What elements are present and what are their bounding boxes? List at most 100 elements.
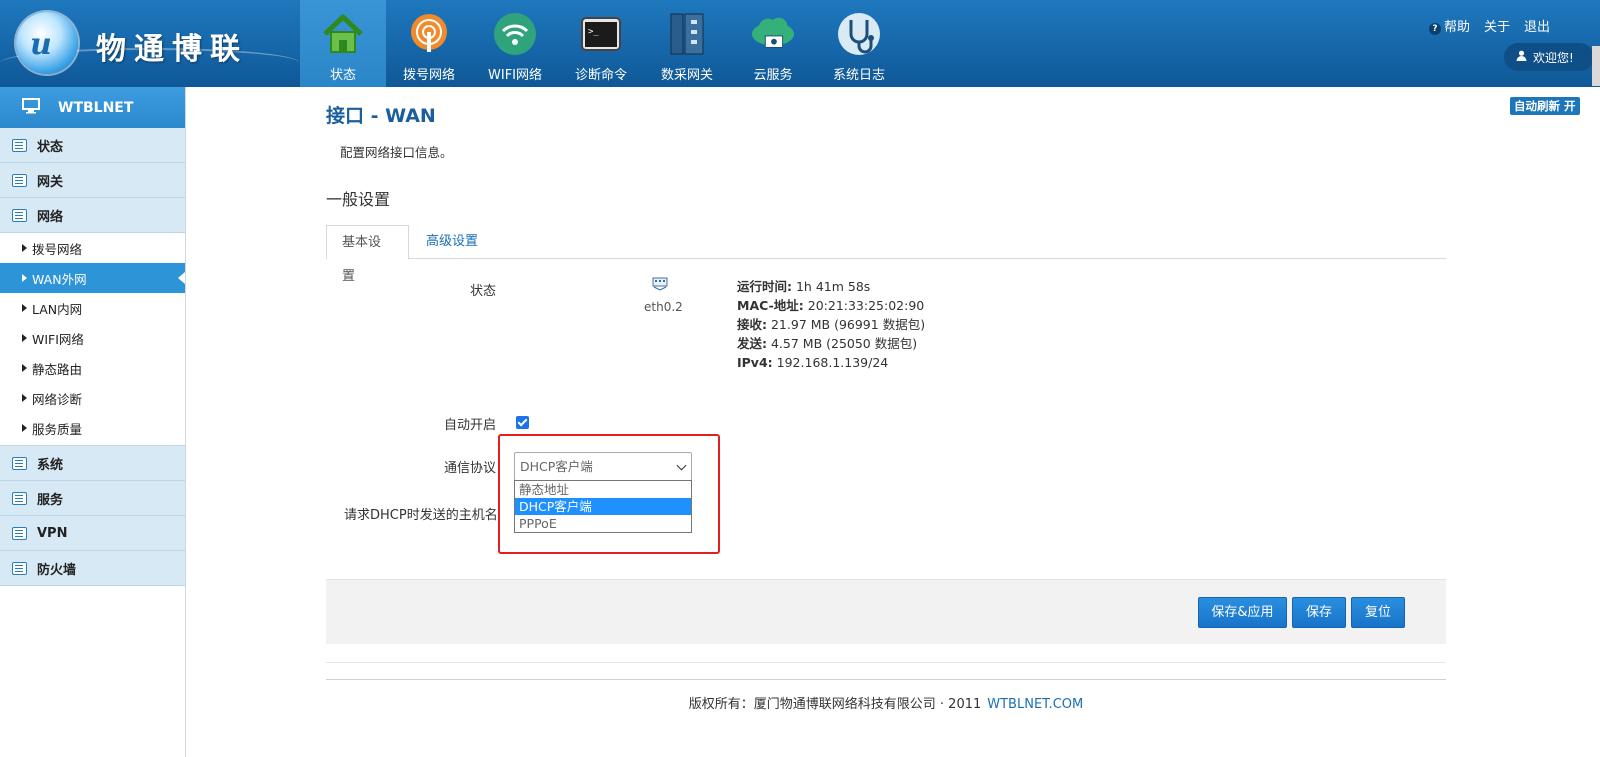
sidebar-item-label: 系统 xyxy=(37,457,64,473)
subitem-label: 拨号网络 xyxy=(32,241,83,257)
top-header: u 物通博联 状态 拨号网络 WIFI网络 >_ 诊断命令 数采网关 云服务 系… xyxy=(0,0,1600,87)
user-icon xyxy=(1516,50,1527,64)
chevron-down-icon xyxy=(676,460,687,471)
list-icon xyxy=(12,173,27,187)
protocol-option-dhcp[interactable]: DHCP客户端 xyxy=(515,498,691,515)
nav-label: 云服务 xyxy=(753,68,793,83)
sidebar-subitem-lan[interactable]: LAN内网 xyxy=(0,293,185,323)
save-apply-button[interactable]: 保存&应用 xyxy=(1198,597,1287,628)
top-nav: 状态 拨号网络 WIFI网络 >_ 诊断命令 数采网关 云服务 系统日志 xyxy=(300,0,902,87)
sidebar-subitem-diagnose[interactable]: 网络诊断 xyxy=(0,383,185,413)
sidebar-subitem-wifi[interactable]: WIFI网络 xyxy=(0,323,185,353)
sidebar-subitem-qos[interactable]: 服务质量 xyxy=(0,413,185,443)
tab-advanced[interactable]: 高级设置 xyxy=(411,225,493,260)
subitem-label: WIFI网络 xyxy=(32,331,84,347)
nav-wifi[interactable]: WIFI网络 xyxy=(472,0,558,87)
ipv4-value: 192.168.1.139/24 xyxy=(776,355,889,370)
sidebar-subitem-wan[interactable]: WAN外网 xyxy=(0,263,185,293)
tx-label: 发送: xyxy=(737,336,767,351)
footer-link[interactable]: WTBLNET.COM xyxy=(987,697,1083,712)
sidebar-item-gateway[interactable]: 网关 xyxy=(0,163,185,198)
save-button[interactable]: 保存 xyxy=(1292,597,1346,628)
auto-start-label: 自动开启 xyxy=(444,418,497,433)
ethernet-port-icon xyxy=(652,277,668,291)
sidebar: WTBLNET 状态 网关 网络 拨号网络 WAN外网 LAN内网 WIFI网络… xyxy=(0,87,186,757)
sidebar-title: WTBLNET xyxy=(58,99,134,116)
subitem-label: 静态路由 xyxy=(32,361,83,377)
footer-copyright: 版权所有：厦门物通博联网络科技有限公司 · 2011 xyxy=(688,697,982,712)
main-content: 接口 - WAN 配置网络接口信息。 自动刷新 开 一般设置 基本设置 高级设置… xyxy=(186,87,1600,757)
sidebar-item-label: 防火墙 xyxy=(37,562,77,578)
list-icon xyxy=(12,491,27,505)
nav-diagnose[interactable]: >_ 诊断命令 xyxy=(558,0,644,87)
sidebar-subitem-static-route[interactable]: 静态路由 xyxy=(0,353,185,383)
sidebar-item-label: VPN xyxy=(37,525,68,541)
protocol-select[interactable]: DHCP客户端 xyxy=(514,452,692,481)
terminal-icon: >_ xyxy=(577,10,625,58)
subitem-label: WAN外网 xyxy=(32,271,87,287)
tab-basic[interactable]: 基本设置 xyxy=(326,225,409,284)
sidebar-item-firewall[interactable]: 防火墙 xyxy=(0,551,185,586)
sidebar-item-services[interactable]: 服务 xyxy=(0,481,185,516)
auto-refresh-toggle[interactable]: 自动刷新 开 xyxy=(1510,97,1580,115)
logout-link[interactable]: 退出 xyxy=(1524,16,1550,35)
nav-status[interactable]: 状态 xyxy=(300,0,386,87)
interface-status: 运行时间: 1h 41m 58s MAC-地址: 20:21:33:25:02:… xyxy=(737,277,925,372)
nav-gateway[interactable]: 数采网关 xyxy=(644,0,730,87)
wifi-icon xyxy=(491,10,539,58)
nav-cloud[interactable]: 云服务 xyxy=(730,0,816,87)
nav-label: 数采网关 xyxy=(660,68,713,83)
interface-name: eth0.2 xyxy=(644,300,683,314)
list-icon xyxy=(12,138,27,152)
settings-tabs: 基本设置 高级设置 xyxy=(326,225,1446,284)
page-description: 配置网络接口信息。 xyxy=(340,145,453,160)
divider xyxy=(326,679,1446,680)
protocol-label: 通信协议 xyxy=(444,461,497,476)
question-icon: ? xyxy=(1428,23,1441,35)
protocol-option-pppoe[interactable]: PPPoE xyxy=(515,515,691,532)
svg-text:>_: >_ xyxy=(588,27,599,37)
reset-button[interactable]: 复位 xyxy=(1351,597,1405,628)
welcome-user[interactable]: 欢迎您! xyxy=(1504,43,1594,71)
protocol-dropdown: 静态地址 DHCP客户端 PPPoE xyxy=(514,480,692,533)
sidebar-item-network[interactable]: 网络 xyxy=(0,198,185,233)
footer: 版权所有：厦门物通博联网络科技有限公司 · 2011 WTBLNET.COM xyxy=(326,693,1446,712)
stethoscope-icon xyxy=(835,10,883,58)
dhcp-hostname-label: 请求DHCP时发送的主机名 xyxy=(344,508,498,523)
nav-dial[interactable]: 拨号网络 xyxy=(386,0,472,87)
sidebar-item-status[interactable]: 状态 xyxy=(0,128,185,163)
caret-right-icon xyxy=(22,244,27,252)
nav-label: 拨号网络 xyxy=(402,68,455,83)
rx-label: 接收: xyxy=(737,317,767,332)
action-bar: 保存&应用 保存 复位 xyxy=(326,579,1446,644)
sidebar-header: WTBLNET xyxy=(0,87,185,128)
sidebar-item-vpn[interactable]: VPN xyxy=(0,516,185,551)
caret-right-icon xyxy=(22,274,27,282)
page-scrollbar[interactable] xyxy=(1592,46,1600,86)
help-link[interactable]: ? 帮助 xyxy=(1428,16,1470,35)
list-icon xyxy=(12,208,27,222)
nav-syslog[interactable]: 系统日志 xyxy=(816,0,902,87)
page-title: 接口 - WAN xyxy=(326,105,436,127)
list-icon xyxy=(12,561,27,575)
tx-value: 4.57 MB (25050 数据包) xyxy=(770,336,918,351)
mac-value: 20:21:33:25:02:90 xyxy=(807,298,925,313)
sidebar-item-label: 服务 xyxy=(37,492,64,508)
about-link[interactable]: 关于 xyxy=(1484,16,1510,35)
sidebar-subitem-dial[interactable]: 拨号网络 xyxy=(0,233,185,263)
ipv4-label: IPv4: xyxy=(737,355,773,370)
sidebar-item-system[interactable]: 系统 xyxy=(0,446,185,481)
nav-label: 系统日志 xyxy=(832,68,885,83)
welcome-label: 欢迎您! xyxy=(1533,50,1574,65)
gateway-rack-icon xyxy=(663,10,711,58)
section-title: 一般设置 xyxy=(326,190,391,209)
nav-label: 诊断命令 xyxy=(574,68,627,83)
cloud-icon xyxy=(749,10,797,58)
home-icon xyxy=(319,10,367,58)
auto-start-checkbox[interactable] xyxy=(516,416,529,429)
protocol-option-static[interactable]: 静态地址 xyxy=(515,481,691,498)
uptime-value: 1h 41m 58s xyxy=(795,279,871,294)
wt-globe-logo-icon[interactable]: u xyxy=(16,12,78,74)
help-label: 帮助 xyxy=(1443,20,1470,35)
dial-antenna-icon xyxy=(405,10,453,58)
